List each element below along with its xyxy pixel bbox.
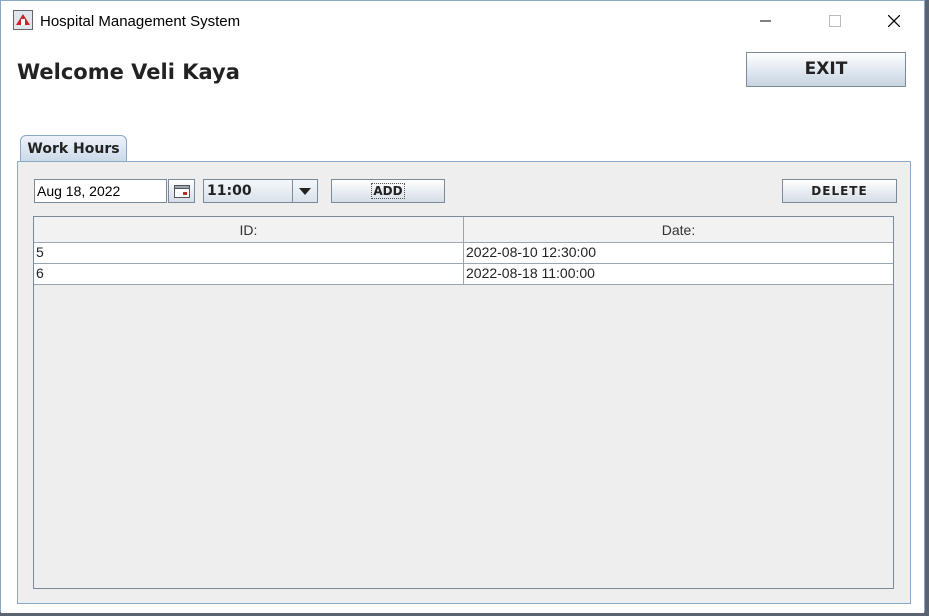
table-header: ID: Date:	[34, 217, 893, 243]
add-button-label: ADD	[371, 183, 405, 199]
close-button[interactable]	[870, 1, 916, 39]
maximize-icon	[829, 15, 841, 27]
chevron-down-icon[interactable]	[292, 180, 317, 202]
cell-date: 2022-08-18 11:00:00	[466, 265, 595, 281]
date-field[interactable]: Aug 18, 2022	[34, 179, 167, 203]
column-header-date[interactable]: Date:	[464, 217, 893, 242]
column-header-id[interactable]: ID:	[34, 217, 464, 242]
window-title: Hospital Management System	[40, 13, 241, 30]
work-hours-table[interactable]: ID: Date: 5 2022-08-10 12:30:00 6 2022-0…	[33, 216, 894, 589]
cell-date: 2022-08-10 12:30:00	[466, 244, 596, 260]
time-selected-value: 11:00	[207, 183, 252, 199]
welcome-heading: Welcome Veli Kaya	[17, 60, 240, 84]
hospital-app-icon	[13, 10, 33, 30]
calendar-button[interactable]	[168, 179, 195, 203]
maximize-button[interactable]	[811, 1, 857, 39]
cell-id: 5	[34, 243, 464, 263]
work-hours-panel: Aug 18, 2022 11:00 ADD DELETE ID: Date: …	[17, 161, 911, 604]
tab-work-hours[interactable]: Work Hours	[20, 135, 127, 163]
exit-button[interactable]: EXIT	[746, 52, 906, 87]
app-window: Hospital Management System Welcome Veli …	[0, 0, 925, 613]
add-button[interactable]: ADD	[331, 179, 445, 203]
delete-button[interactable]: DELETE	[782, 179, 897, 203]
main-content: Welcome Veli Kaya EXIT Work Hours Aug 18…	[1, 39, 924, 613]
minimize-icon	[760, 20, 771, 22]
table-row[interactable]: 5 2022-08-10 12:30:00	[34, 243, 893, 264]
minimize-button[interactable]	[742, 1, 788, 39]
close-icon	[888, 15, 900, 27]
time-select[interactable]: 11:00	[203, 179, 318, 203]
calendar-icon	[174, 185, 190, 198]
table-row[interactable]: 6 2022-08-18 11:00:00	[34, 264, 893, 285]
cell-id: 6	[34, 264, 464, 284]
title-bar[interactable]: Hospital Management System	[1, 1, 924, 39]
